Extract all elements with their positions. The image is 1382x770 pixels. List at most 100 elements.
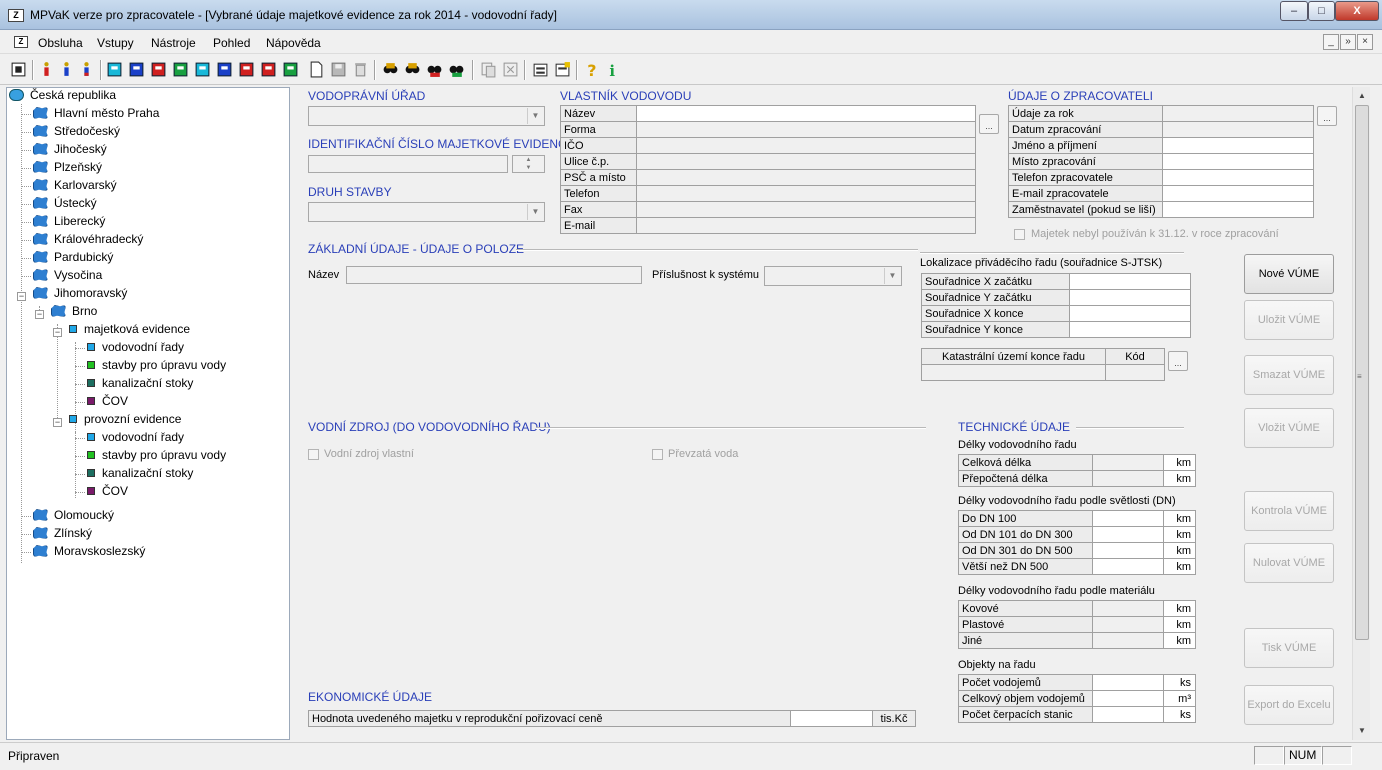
db-darkgreen-icon[interactable] xyxy=(282,61,299,78)
db-green-icon[interactable] xyxy=(172,61,189,78)
tisk-vume-button[interactable]: Tisk VÚME xyxy=(1244,628,1334,668)
tree-node-region[interactable]: Královéhradecký xyxy=(21,232,143,250)
find-next-icon[interactable] xyxy=(404,61,421,78)
tree-node-leaf[interactable]: stavby pro úpravu vody xyxy=(75,358,226,376)
katastr-browse-button[interactable]: ... xyxy=(1168,351,1188,371)
db-darkblue-icon[interactable] xyxy=(216,61,233,78)
objekty-field[interactable] xyxy=(1092,690,1164,707)
jmeno-field[interactable] xyxy=(1162,137,1314,154)
souradnice-x-konce-field[interactable] xyxy=(1069,305,1191,322)
vertical-scrollbar[interactable]: ▲ ≡ ▼ xyxy=(1352,87,1370,740)
tree-node-leaf[interactable]: stavby pro úpravu vody xyxy=(75,448,226,466)
vlastnik-telefon-field[interactable] xyxy=(636,185,976,202)
person-blue-icon[interactable] xyxy=(58,61,75,78)
save-icon[interactable] xyxy=(330,61,347,78)
tree-node-city[interactable]: Brno xyxy=(39,304,97,322)
ident-cislo-stepper[interactable]: ▲ ▼ xyxy=(512,155,545,173)
nulovat-vume-button[interactable]: Nulovat VÚME xyxy=(1244,543,1334,583)
tree-node-leaf[interactable]: kanalizační stoky xyxy=(75,466,193,484)
vlastnik-ulice-field[interactable] xyxy=(636,153,976,170)
material-field[interactable] xyxy=(1092,600,1164,617)
export-excel-button[interactable]: Export do Excelu xyxy=(1244,685,1334,725)
tree-node-leaf[interactable]: ČOV xyxy=(75,394,128,412)
kod-field[interactable] xyxy=(1105,364,1165,381)
scroll-down-icon[interactable]: ▼ xyxy=(1353,722,1371,739)
tree-node-leaf[interactable]: vodovodní řady xyxy=(75,430,184,448)
help-icon[interactable]: ? xyxy=(584,61,601,78)
dn-field[interactable] xyxy=(1092,558,1164,575)
email-zpracovatele-field[interactable] xyxy=(1162,185,1314,202)
vlastnik-ico-field[interactable] xyxy=(636,137,976,154)
objekty-field[interactable] xyxy=(1092,674,1164,691)
maximize-button[interactable]: □ xyxy=(1308,1,1335,21)
material-field[interactable] xyxy=(1092,632,1164,649)
prepoctena-delka-field[interactable] xyxy=(1092,470,1164,487)
tree-node-leaf[interactable]: kanalizační stoky xyxy=(75,376,193,394)
vodopravni-urad-select[interactable]: ▼ xyxy=(308,106,545,126)
dn-field[interactable] xyxy=(1092,526,1164,543)
tree-node-region[interactable]: Vysočina xyxy=(21,268,102,286)
tree-node-region[interactable]: Ústecký xyxy=(21,196,97,214)
mdi-restore-button[interactable]: » xyxy=(1340,34,1356,50)
smazat-vume-button[interactable]: Smazat VÚME xyxy=(1244,355,1334,395)
vlozit-vume-button[interactable]: Vložit VÚME xyxy=(1244,408,1334,448)
app-icon[interactable]: Z xyxy=(8,9,24,22)
view-icon[interactable] xyxy=(10,61,27,78)
tree-node-region[interactable]: Olomoucký xyxy=(21,508,114,526)
close-doc-icon[interactable] xyxy=(502,61,519,78)
region-tree[interactable]: Česká republika Hlavní město Praha Střed… xyxy=(6,87,290,740)
majetek-nepouzivan-checkbox[interactable] xyxy=(1014,229,1025,240)
tree-node-leaf[interactable]: ČOV xyxy=(75,484,128,502)
zpracovatel-browse-button[interactable]: ... xyxy=(1317,106,1337,126)
nazev-input[interactable] xyxy=(346,266,642,284)
db-red-icon[interactable] xyxy=(150,61,167,78)
hodnota-majetku-field[interactable] xyxy=(790,710,873,727)
new-document-icon[interactable] xyxy=(308,61,325,78)
tree-node-root[interactable]: Česká republika xyxy=(9,88,116,106)
properties-icon[interactable] xyxy=(532,61,549,78)
nove-vume-button[interactable]: Nové VÚME xyxy=(1244,254,1334,294)
tree-node-leaf[interactable]: vodovodní řady xyxy=(75,340,184,358)
tree-node-region[interactable]: Zlínský xyxy=(21,526,92,544)
delete-icon[interactable] xyxy=(352,61,369,78)
vlastnik-fax-field[interactable] xyxy=(636,201,976,218)
menu-obsluha[interactable]: Obsluha xyxy=(38,36,83,50)
tree-node-region[interactable]: Hlavní město Praha xyxy=(21,106,159,124)
properties2-icon[interactable] xyxy=(554,61,571,78)
vlastnik-forma-field[interactable] xyxy=(636,121,976,138)
mdi-minimize-button[interactable]: _ xyxy=(1323,34,1339,50)
objekty-field[interactable] xyxy=(1092,706,1164,723)
zamestnavatel-field[interactable] xyxy=(1162,201,1314,218)
minimize-button[interactable]: – xyxy=(1280,1,1308,21)
ulozit-vume-button[interactable]: Uložit VÚME xyxy=(1244,300,1334,340)
ident-cislo-input[interactable] xyxy=(308,155,508,173)
prevzata-voda-checkbox[interactable] xyxy=(652,449,663,460)
vlastnik-browse-button[interactable]: ... xyxy=(979,114,999,134)
vodni-zdroj-vlastni-checkbox[interactable] xyxy=(308,449,319,460)
tree-node-region[interactable]: Středočeský xyxy=(21,124,120,142)
find-red-icon[interactable] xyxy=(426,61,443,78)
mdi-child-icon[interactable]: Z xyxy=(14,36,28,48)
misto-field[interactable] xyxy=(1162,153,1314,170)
close-button[interactable]: X xyxy=(1335,1,1379,21)
find-icon[interactable] xyxy=(382,61,399,78)
db-cyan2-icon[interactable] xyxy=(194,61,211,78)
tree-node-region[interactable]: Karlovarský xyxy=(21,178,117,196)
souradnice-x-zacatku-field[interactable] xyxy=(1069,273,1191,290)
scroll-up-icon[interactable]: ▲ xyxy=(1353,87,1371,104)
tree-node-region[interactable]: Jihomoravský xyxy=(21,286,127,304)
tree-node-region[interactable]: Pardubický xyxy=(21,250,113,268)
telefon-zpracovatele-field[interactable] xyxy=(1162,169,1314,186)
celkova-delka-field[interactable] xyxy=(1092,454,1164,471)
dn-field[interactable] xyxy=(1092,542,1164,559)
vlastnik-psc-field[interactable] xyxy=(636,169,976,186)
copy-icon[interactable] xyxy=(480,61,497,78)
tree-node-provozni-evidence[interactable]: provozní evidence xyxy=(57,412,181,430)
material-field[interactable] xyxy=(1092,616,1164,633)
db-darkred2-icon[interactable] xyxy=(260,61,277,78)
menu-napoveda[interactable]: Nápověda xyxy=(266,36,321,50)
menu-vstupy[interactable]: Vstupy xyxy=(97,36,134,50)
person-green-icon[interactable] xyxy=(78,61,95,78)
vlastnik-nazev-field[interactable] xyxy=(636,105,976,122)
udaje-za-rok-field[interactable] xyxy=(1162,105,1314,122)
